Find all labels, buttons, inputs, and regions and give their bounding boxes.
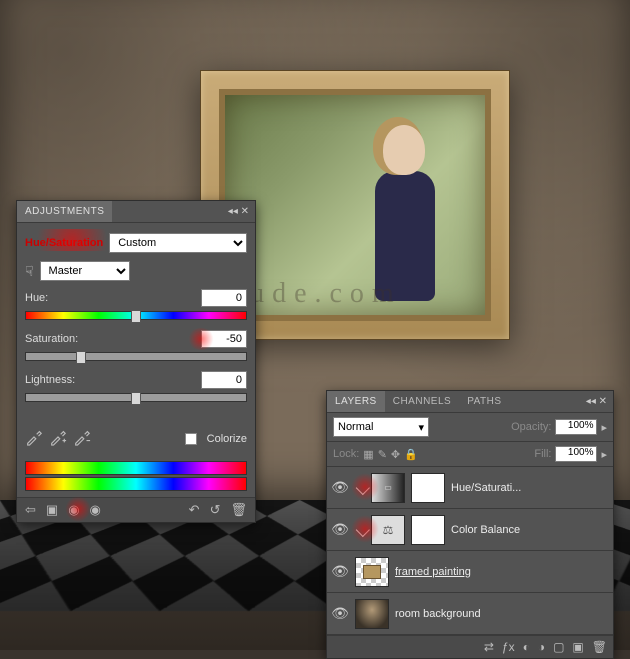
layer-mask-icon[interactable]: ◐ bbox=[523, 640, 530, 654]
layer-row-color-balance[interactable]: 👁 ⚖ Color Balance bbox=[327, 509, 613, 551]
adjustments-footer: ⇦ ▣ ◉ ◉ ↶ ↺ 🗑 bbox=[17, 497, 255, 522]
new-layer-icon[interactable]: ▣ bbox=[572, 640, 583, 654]
visibility-toggle[interactable]: 👁 bbox=[331, 479, 349, 496]
fill-value[interactable]: 100% bbox=[555, 446, 597, 462]
colorize-label: Colorize bbox=[207, 433, 247, 445]
channels-tab[interactable]: CHANNELS bbox=[385, 391, 459, 412]
eyedropper-plus-icon[interactable] bbox=[49, 428, 67, 449]
layer-fx-icon[interactable]: ƒx bbox=[502, 640, 515, 654]
clip-indicator-icon bbox=[356, 480, 370, 494]
hue-input[interactable] bbox=[201, 289, 247, 307]
adjustments-panel[interactable]: ADJUSTMENTS ◂◂ ✕ Hue/Saturation Custom ☟… bbox=[16, 200, 256, 523]
blend-mode-select[interactable]: Normal▾ bbox=[333, 417, 429, 437]
painting-image bbox=[219, 89, 491, 321]
colorize-checkbox[interactable] bbox=[185, 433, 197, 445]
layer-name[interactable]: room background bbox=[395, 608, 481, 620]
preset-select[interactable]: Custom bbox=[109, 233, 247, 253]
panel-menu-icon[interactable]: ◂◂ ✕ bbox=[222, 206, 255, 217]
trash-icon[interactable]: 🗑 bbox=[230, 502, 247, 518]
adjustment-thumb[interactable]: ⚖ bbox=[371, 515, 405, 545]
saturation-input[interactable] bbox=[201, 330, 247, 348]
layers-panel[interactable]: LAYERS CHANNELS PATHS ◂◂ ✕ Normal▾ Opaci… bbox=[326, 390, 614, 659]
spectrum-bar-top bbox=[25, 461, 247, 475]
adjustments-header[interactable]: ADJUSTMENTS ◂◂ ✕ bbox=[17, 201, 255, 223]
layers-header[interactable]: LAYERS CHANNELS PATHS ◂◂ ✕ bbox=[327, 391, 613, 413]
hue-label: Hue: bbox=[25, 292, 87, 304]
adjustments-tab[interactable]: ADJUSTMENTS bbox=[17, 201, 112, 222]
visibility-toggle[interactable]: 👁 bbox=[331, 521, 349, 538]
fill-flyout-icon[interactable]: ▸ bbox=[601, 448, 607, 461]
layer-name[interactable]: framed painting bbox=[395, 566, 471, 578]
saturation-label: Saturation: bbox=[25, 333, 87, 345]
panel-menu-icon[interactable]: ◂◂ ✕ bbox=[580, 396, 613, 407]
visibility-toggle[interactable]: 👁 bbox=[331, 605, 349, 622]
mask-thumb[interactable] bbox=[411, 515, 445, 545]
clip-to-layer-icon[interactable]: ◉ bbox=[68, 502, 79, 518]
lock-pixels-icon[interactable]: ✎ bbox=[378, 448, 387, 461]
delete-layer-icon[interactable]: 🗑 bbox=[592, 640, 607, 654]
paths-tab[interactable]: PATHS bbox=[459, 391, 509, 412]
expand-view-icon[interactable]: ▣ bbox=[46, 502, 58, 518]
layer-name[interactable]: Color Balance bbox=[451, 524, 520, 536]
layer-thumb[interactable] bbox=[355, 557, 389, 587]
group-icon[interactable]: ▢ bbox=[553, 640, 564, 654]
hue-slider[interactable] bbox=[25, 311, 247, 320]
layer-row-framed-painting[interactable]: 👁 framed painting bbox=[327, 551, 613, 593]
finger-scrub-icon[interactable]: ☟ bbox=[25, 263, 34, 280]
link-layers-icon[interactable]: ⇄ bbox=[484, 640, 494, 654]
opacity-label: Opacity: bbox=[511, 421, 551, 433]
hue-saturation-label: Hue/Saturation bbox=[25, 237, 103, 249]
lock-position-icon[interactable]: ✥ bbox=[391, 448, 400, 461]
channel-select[interactable]: Master bbox=[40, 261, 130, 281]
layer-name[interactable]: Hue/Saturati... bbox=[451, 482, 521, 494]
back-icon[interactable]: ⇦ bbox=[25, 502, 36, 518]
spectrum-bar-bottom bbox=[25, 477, 247, 491]
lightness-input[interactable] bbox=[201, 371, 247, 389]
visibility-toggle[interactable]: 👁 bbox=[331, 563, 349, 580]
layers-footer: ⇄ ƒx ◐ ◑ ▢ ▣ 🗑 bbox=[327, 635, 613, 658]
visibility-icon[interactable]: ◉ bbox=[90, 502, 101, 518]
lightness-label: Lightness: bbox=[25, 374, 87, 386]
adjustment-thumb[interactable]: ▭ bbox=[371, 473, 405, 503]
mask-thumb[interactable] bbox=[411, 473, 445, 503]
clip-indicator-icon bbox=[356, 522, 370, 536]
lock-label: Lock: bbox=[333, 448, 359, 460]
adjustment-layer-icon[interactable]: ◑ bbox=[538, 640, 545, 654]
lock-transparent-icon[interactable]: ▦ bbox=[363, 448, 373, 461]
saturation-slider[interactable] bbox=[25, 352, 247, 361]
layers-tab[interactable]: LAYERS bbox=[327, 391, 385, 412]
opacity-flyout-icon[interactable]: ▸ bbox=[601, 421, 607, 434]
layer-thumb[interactable] bbox=[355, 599, 389, 629]
layer-row-hue-sat[interactable]: 👁 ▭ Hue/Saturati... bbox=[327, 467, 613, 509]
eyedropper-minus-icon[interactable] bbox=[73, 428, 91, 449]
eyedropper-icon[interactable] bbox=[25, 428, 43, 449]
lock-all-icon[interactable]: 🔒 bbox=[404, 448, 418, 461]
reset-icon[interactable]: ↺ bbox=[210, 502, 221, 518]
lightness-slider[interactable] bbox=[25, 393, 247, 402]
girl-figure bbox=[355, 115, 455, 305]
prev-state-icon[interactable]: ↶ bbox=[189, 502, 200, 518]
fill-label: Fill: bbox=[534, 448, 551, 460]
opacity-value[interactable]: 100% bbox=[555, 419, 597, 435]
layer-row-room-background[interactable]: 👁 room background bbox=[327, 593, 613, 635]
